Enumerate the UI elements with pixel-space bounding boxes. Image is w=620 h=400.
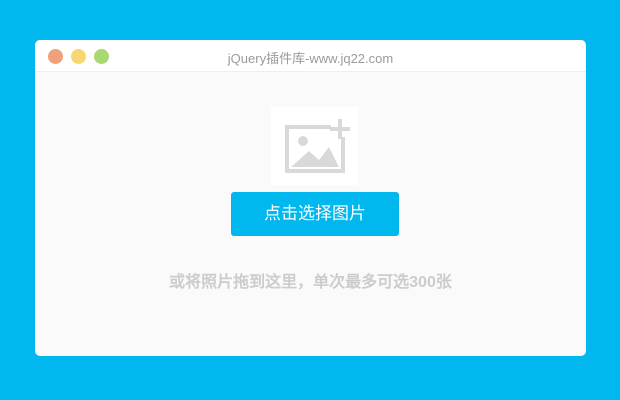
select-images-button[interactable]: 点击选择图片 bbox=[231, 192, 399, 236]
drop-zone-hint: 或将照片拖到这里，单次最多可选300张 bbox=[169, 274, 452, 291]
window-title: jQuery插件库-www.jq22.com bbox=[227, 51, 394, 66]
app-window: jQuery插件库-www.jq22.com 点击选择图片 或将照片拖到这里，单… bbox=[35, 40, 586, 356]
image-add-icon bbox=[271, 107, 358, 185]
window-titlebar: jQuery插件库-www.jq22.com bbox=[35, 40, 586, 72]
